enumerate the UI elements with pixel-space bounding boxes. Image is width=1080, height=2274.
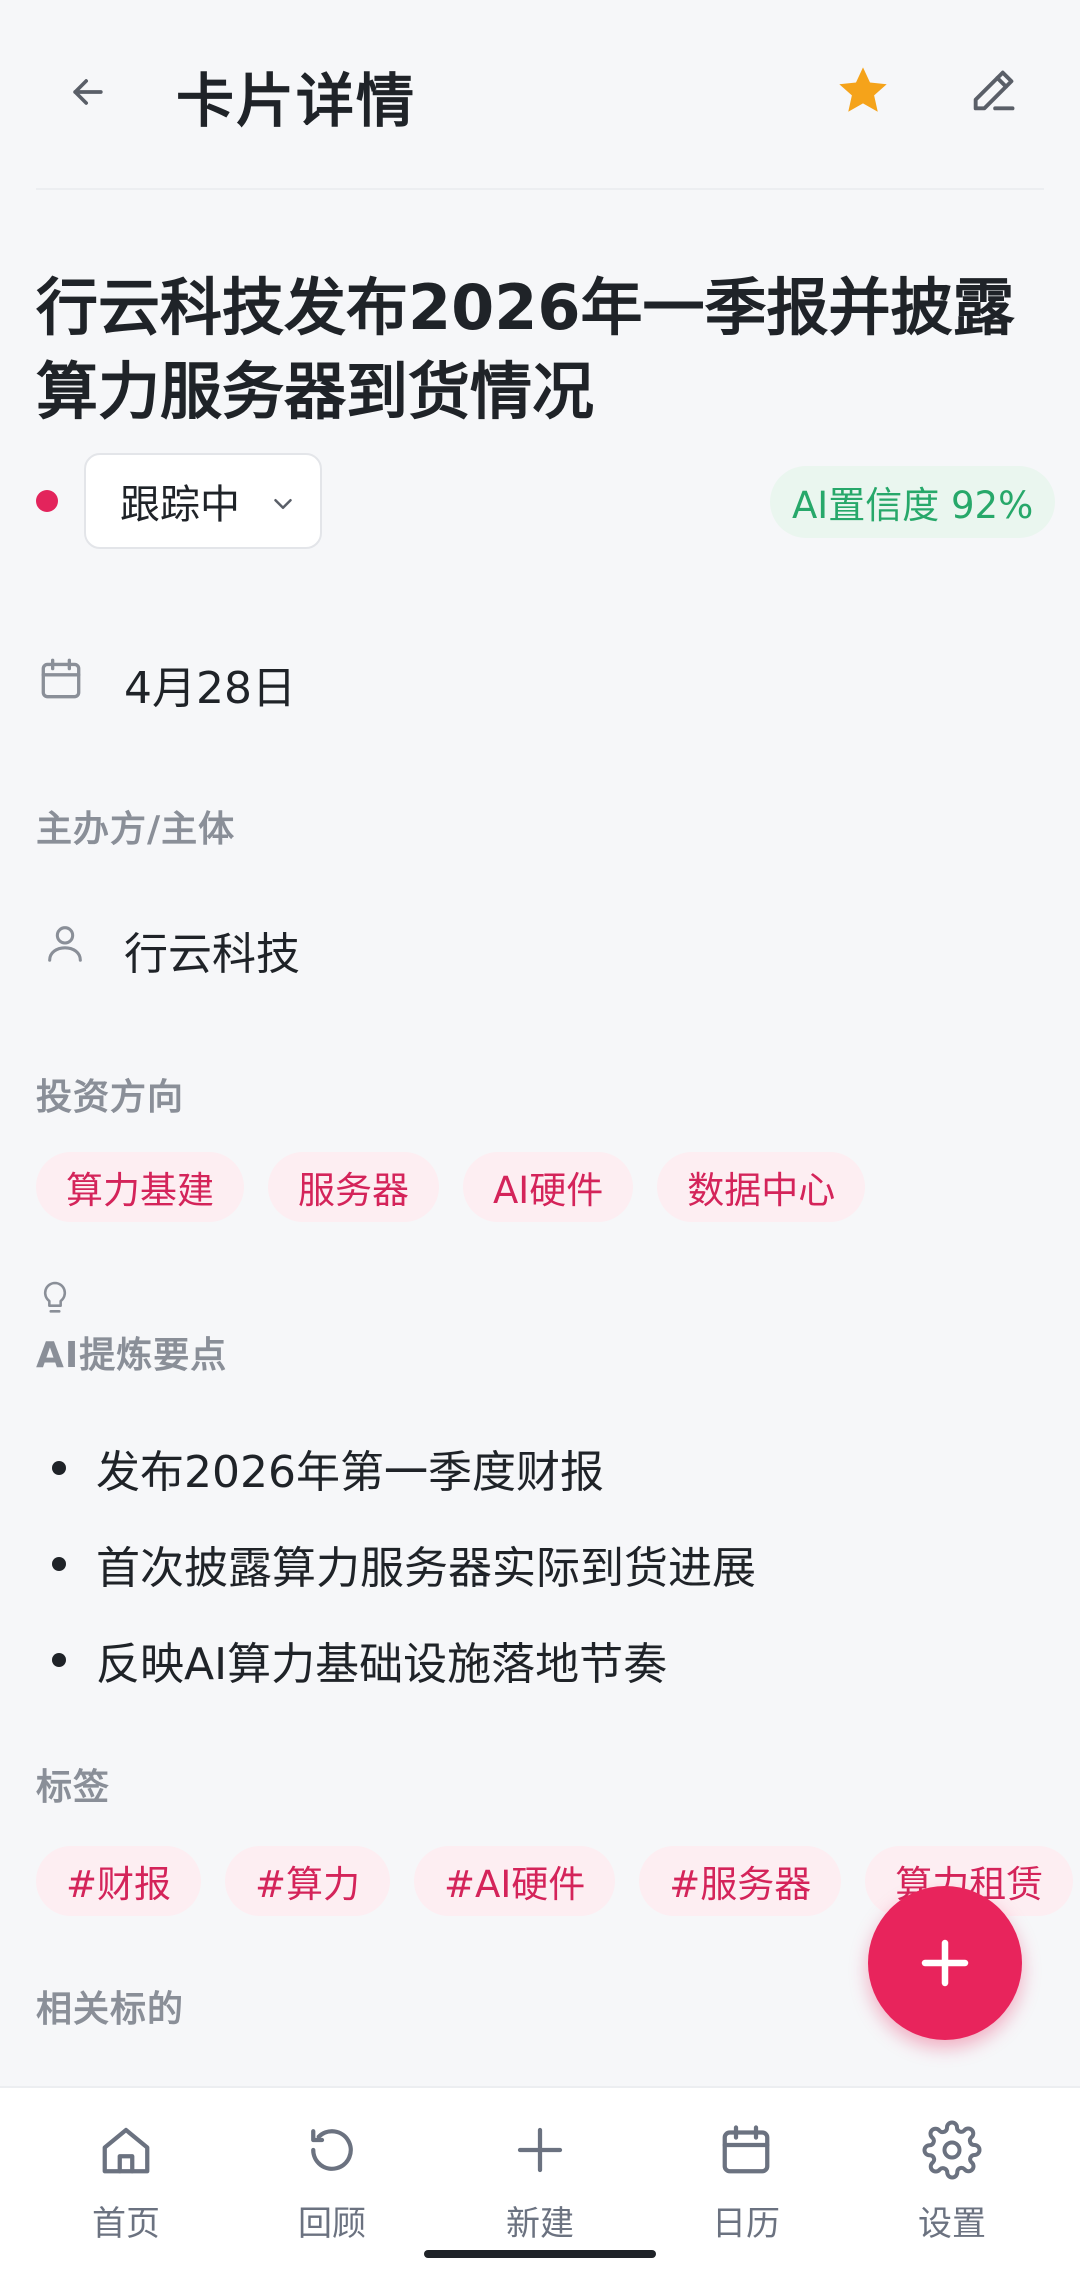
- card-detail-page: 卡片详情 行云科技发布2026年一季报并披露算力服务器到货情况 跟踪中 AI置信…: [0, 0, 1080, 2274]
- nav-item-create[interactable]: 新建: [460, 2088, 620, 2274]
- person-icon: [48, 926, 82, 962]
- nav-label: 新建: [506, 2204, 574, 2244]
- nav-label: 日历: [712, 2204, 780, 2244]
- tag-chip[interactable]: #服务器: [639, 1846, 842, 1916]
- bullet-dot: [52, 1653, 66, 1667]
- calendar-icon: [722, 2125, 770, 2174]
- tag-chip[interactable]: #财报: [36, 1846, 202, 1916]
- ai-points-label: AI提炼要点: [36, 1335, 228, 1376]
- calendar-icon: [41, 658, 81, 699]
- direction-chip[interactable]: 数据中心: [657, 1152, 866, 1222]
- date-row: 4月28日: [36, 646, 296, 714]
- direction-chip[interactable]: 算力基建: [36, 1152, 244, 1222]
- organizer-value: 行云科技: [124, 929, 300, 980]
- direction-chips: 算力基建 服务器 AI硬件 数据中心: [36, 1152, 866, 1222]
- lightbulb-icon: [43, 1281, 67, 1313]
- back-button[interactable]: [58, 62, 118, 122]
- page-title: 卡片详情: [176, 67, 417, 135]
- list-item: 首次披露算力服务器实际到货进展: [52, 1516, 756, 1612]
- chevron-down-icon: [274, 499, 292, 509]
- app-header: 卡片详情: [0, 0, 1080, 190]
- ai-points-list: 发布2026年第一季度财报 首次披露算力服务器实际到货进展 反映AI算力基础设施…: [52, 1420, 756, 1708]
- list-item: 反映AI算力基础设施落地节奏: [52, 1612, 756, 1708]
- favorite-button[interactable]: [828, 56, 898, 126]
- organizer-label: 主办方/主体: [36, 809, 236, 850]
- related-label: 相关标的: [36, 1989, 185, 2030]
- nav-label: 设置: [918, 2204, 986, 2244]
- header-divider: [36, 188, 1044, 190]
- bullet-dot: [52, 1557, 66, 1571]
- nav-item-settings[interactable]: 设置: [872, 2088, 1032, 2274]
- nav-item-calendar[interactable]: 日历: [666, 2088, 826, 2274]
- tag-chip[interactable]: #算力: [225, 1846, 391, 1916]
- home-icon: [102, 2127, 150, 2174]
- history-icon: [311, 2129, 353, 2171]
- home-indicator[interactable]: [424, 2250, 656, 2258]
- card-title: 行云科技发布2026年一季报并披露算力服务器到货情况: [36, 271, 1015, 428]
- nav-item-review[interactable]: 回顾: [252, 2088, 412, 2274]
- date-value: 4月28日: [124, 663, 296, 714]
- status-dot: [36, 490, 58, 512]
- ai-point-text: 发布2026年第一季度财报: [96, 1447, 604, 1498]
- bullet-dot: [52, 1461, 66, 1475]
- bottom-nav: 首页 回顾 新建 日历 设置: [0, 2086, 1080, 2274]
- star-icon: [839, 67, 887, 112]
- nav-label: 回顾: [298, 2204, 366, 2244]
- tag-chip[interactable]: #AI硬件: [414, 1846, 616, 1916]
- arrow-left-icon: [73, 79, 103, 105]
- direction-chip[interactable]: 服务器: [268, 1152, 439, 1222]
- list-item: 发布2026年第一季度财报: [52, 1420, 756, 1516]
- confidence-badge: AI置信度 92%: [770, 466, 1056, 538]
- nav-item-home[interactable]: 首页: [46, 2088, 206, 2274]
- nav-label: 首页: [92, 2204, 160, 2244]
- tags-label: 标签: [36, 1767, 111, 1808]
- plus-icon: [517, 2127, 563, 2173]
- status-value: 跟踪中: [120, 482, 240, 528]
- add-fab-button[interactable]: [868, 1886, 1022, 2040]
- plus-icon: [921, 1939, 969, 1987]
- edit-button[interactable]: [958, 56, 1028, 126]
- gear-icon: [922, 2120, 982, 2180]
- ai-point-text: 首次披露算力服务器实际到货进展: [96, 1543, 756, 1594]
- status-dropdown[interactable]: 跟踪中: [84, 453, 322, 549]
- pencil-icon: [973, 70, 1015, 111]
- direction-chip[interactable]: AI硬件: [463, 1152, 634, 1222]
- direction-label: 投资方向: [36, 1077, 185, 1118]
- ai-point-text: 反映AI算力基础设施落地节奏: [96, 1639, 668, 1690]
